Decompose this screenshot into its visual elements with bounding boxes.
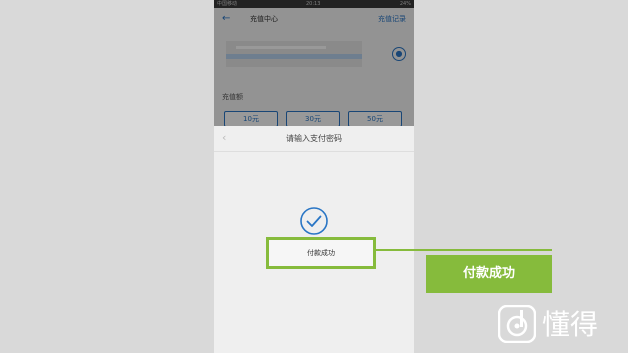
sheet-title: 请输入支付密码 bbox=[286, 134, 342, 143]
callout-label: 付款成功 bbox=[426, 255, 552, 293]
brand-logo: 懂得 bbox=[498, 305, 618, 345]
payment-sheet: ‹ 请输入支付密码 付款成功 bbox=[214, 126, 414, 353]
sheet-header: ‹ 请输入支付密码 bbox=[214, 126, 414, 152]
callout-connector bbox=[376, 249, 552, 251]
phone-screen: 中国移动 20:13 24% ← 充值中心 充值记录 ● 充值额 10元 30元… bbox=[214, 0, 414, 353]
payment-success-text: 付款成功 bbox=[266, 237, 376, 269]
check-circle-icon bbox=[300, 207, 328, 235]
brand-name: 懂得 bbox=[542, 308, 599, 341]
brand-icon bbox=[498, 305, 536, 343]
